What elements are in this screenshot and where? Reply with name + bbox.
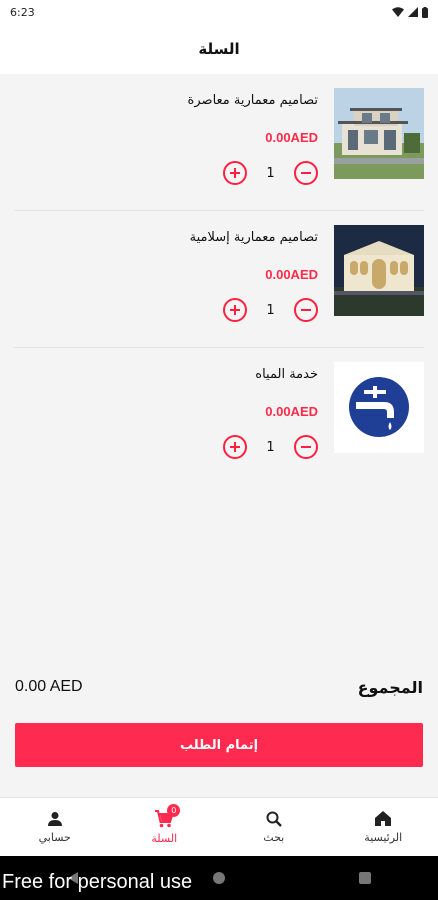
total-row: 0.00 AED المجموع — [0, 672, 438, 702]
nav-home-label: الرئيسية — [364, 831, 403, 844]
total-label: المجموع — [357, 677, 423, 697]
recents-square-icon — [359, 872, 371, 884]
nav-search-label: بحث — [263, 830, 285, 844]
person-icon — [47, 811, 62, 826]
quantity-value: 1 — [266, 302, 275, 318]
quantity-stepper: 1 — [223, 435, 318, 459]
battery-icon — [422, 6, 428, 18]
recents-button[interactable] — [350, 863, 380, 893]
minus-icon — [301, 309, 311, 311]
increase-button[interactable] — [223, 161, 247, 185]
minus-icon — [301, 172, 311, 174]
quantity-value: 1 — [266, 439, 275, 455]
nav-cart[interactable]: 0 السلة — [119, 802, 209, 852]
plus-icon — [230, 168, 240, 178]
item-price: 0.00AED — [265, 130, 318, 145]
item-name: تصاميم معمارية إسلامية — [189, 230, 318, 245]
nav-cart-label: السلة — [151, 831, 178, 845]
islamic-villa-image — [334, 225, 424, 316]
cart-item: خدمة المياه 0.00AED 1 — [14, 348, 424, 485]
cart-item: تصاميم معمارية إسلامية 0.00AED 1 — [14, 211, 424, 348]
page-title: السلة — [198, 40, 240, 58]
nav-home[interactable]: الرئيسية — [338, 802, 428, 852]
back-triangle-icon — [68, 872, 78, 884]
status-bar: 6:23 — [0, 0, 438, 24]
decrease-button[interactable] — [294, 161, 318, 185]
home-circle-icon — [213, 872, 225, 884]
item-name: تصاميم معمارية معاصرة — [187, 93, 318, 108]
item-price: 0.00AED — [265, 404, 318, 419]
search-icon — [266, 811, 282, 827]
quantity-stepper: 1 — [223, 161, 318, 185]
decrease-button[interactable] — [294, 435, 318, 459]
nav-account[interactable]: حسابي — [10, 802, 100, 852]
modern-villa-image — [334, 88, 424, 179]
app-header: السلة — [0, 24, 438, 74]
quantity-stepper: 1 — [223, 298, 318, 322]
item-name: خدمة المياه — [255, 367, 318, 382]
plus-icon — [230, 305, 240, 315]
increase-button[interactable] — [223, 298, 247, 322]
quantity-value: 1 — [266, 165, 275, 181]
nav-account-label: حسابي — [38, 830, 71, 844]
cart-item: تصاميم معمارية معاصرة 0.00AED 1 — [14, 74, 424, 211]
cart-list: تصاميم معمارية معاصرة 0.00AED 1 تصاميم م… — [0, 74, 438, 485]
bottom-nav: حسابي 0 السلة بحث الرئيسية — [0, 797, 438, 856]
minus-icon — [301, 446, 311, 448]
status-icons — [392, 6, 428, 18]
status-time: 6:23 — [10, 5, 35, 19]
increase-button[interactable] — [223, 435, 247, 459]
nav-search[interactable]: بحث — [229, 802, 319, 852]
item-price: 0.00AED — [265, 267, 318, 282]
system-nav-bar — [0, 856, 438, 900]
home-system-button[interactable] — [204, 863, 234, 893]
checkout-button[interactable]: إتمام الطلب — [15, 723, 423, 767]
plus-icon — [230, 442, 240, 452]
signal-icon — [408, 7, 418, 17]
cart-badge: 0 — [167, 804, 181, 817]
total-amount: 0.00 AED — [15, 678, 83, 695]
wifi-icon — [392, 7, 404, 17]
decrease-button[interactable] — [294, 298, 318, 322]
back-button[interactable] — [58, 863, 88, 893]
water-tap-image — [334, 362, 424, 453]
home-icon — [375, 811, 392, 826]
